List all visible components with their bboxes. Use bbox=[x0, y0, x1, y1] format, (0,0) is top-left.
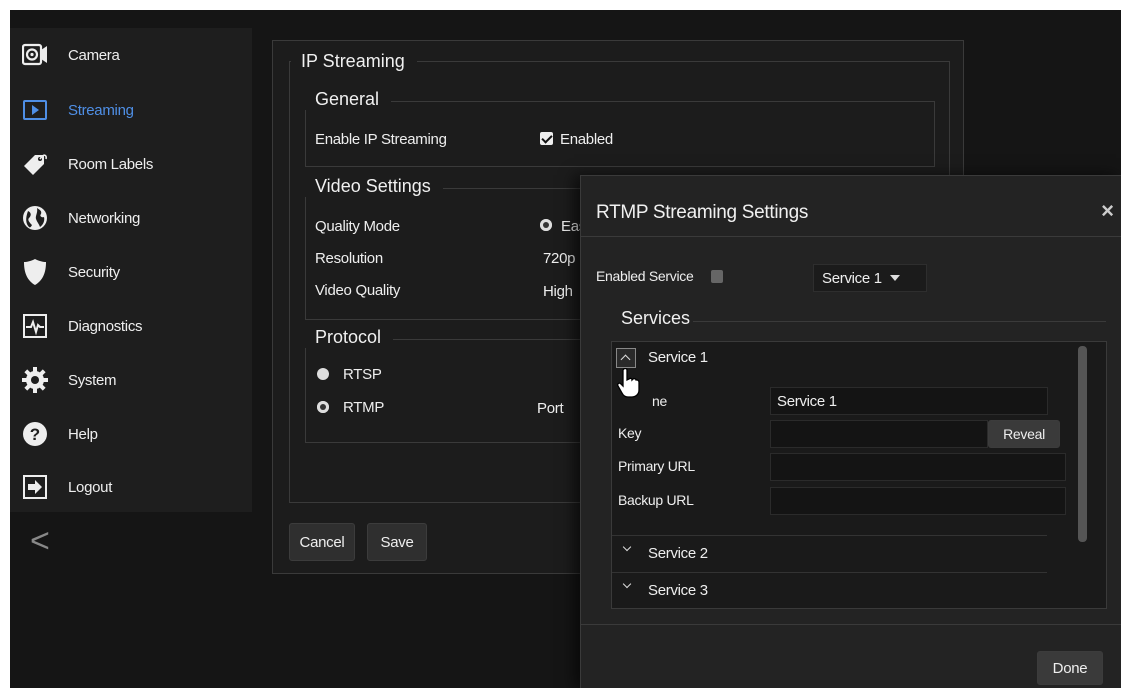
app-screen: Camera Streaming Room Labels Networking … bbox=[10, 10, 1121, 688]
play-icon bbox=[21, 96, 49, 124]
service1-name-label: ne bbox=[652, 393, 667, 409]
video-settings-legend: Video Settings bbox=[305, 176, 443, 197]
sidebar-item-label: Help bbox=[68, 425, 98, 443]
chevron-down-icon bbox=[622, 542, 632, 552]
done-button[interactable]: Done bbox=[1037, 651, 1103, 685]
help-icon: ? bbox=[21, 420, 49, 448]
primary-url-label: Primary URL bbox=[618, 458, 695, 474]
sidebar-item-camera[interactable]: Camera bbox=[10, 28, 252, 82]
service1-header[interactable]: Service 1 bbox=[648, 349, 708, 366]
sidebar-item-label: Security bbox=[68, 263, 120, 281]
pulse-icon bbox=[21, 312, 49, 340]
sidebar-collapse-icon[interactable]: < bbox=[30, 524, 54, 558]
quality-mode-radio[interactable] bbox=[540, 219, 552, 231]
quality-mode-label: Quality Mode bbox=[315, 218, 400, 235]
service2-header[interactable]: Service 2 bbox=[648, 545, 708, 562]
rtsp-label: RTSP bbox=[343, 366, 382, 383]
service1-collapse-button[interactable] bbox=[616, 348, 636, 368]
sidebar-item-help[interactable]: ? Help bbox=[10, 407, 252, 461]
general-legend: General bbox=[305, 89, 392, 110]
service1-key-input[interactable] bbox=[770, 420, 988, 448]
gear-icon bbox=[21, 366, 49, 394]
top-bar-cut bbox=[34, 10, 184, 18]
logout-icon bbox=[21, 473, 49, 501]
sidebar-item-label: Streaming bbox=[68, 101, 134, 119]
camera-icon bbox=[21, 41, 49, 69]
service-divider bbox=[612, 535, 1047, 536]
reveal-button[interactable]: Reveal bbox=[988, 420, 1060, 448]
sidebar-item-networking[interactable]: Networking bbox=[10, 191, 252, 245]
enable-ip-streaming-label: Enable IP Streaming bbox=[315, 131, 447, 148]
sidebar-item-label: Room Labels bbox=[68, 155, 154, 173]
protocol-legend: Protocol bbox=[305, 327, 394, 348]
rtsp-radio[interactable] bbox=[317, 368, 329, 380]
service3-header[interactable]: Service 3 bbox=[648, 582, 708, 599]
services-legend: Services bbox=[611, 308, 703, 329]
info-icon[interactable] bbox=[711, 270, 723, 283]
save-button[interactable]: Save bbox=[367, 523, 427, 561]
video-quality-label: Video Quality bbox=[315, 282, 401, 299]
primary-url-input[interactable] bbox=[770, 453, 1066, 481]
rtmp-label: RTMP bbox=[343, 399, 385, 416]
sidebar-item-label: Logout bbox=[68, 478, 113, 496]
services-list: Service 1 ne Service 1 Key Reveal Primar… bbox=[611, 341, 1107, 609]
services-divider bbox=[693, 321, 1106, 322]
modal-divider bbox=[581, 236, 1121, 237]
svg-text:?: ? bbox=[30, 425, 40, 444]
shield-icon bbox=[21, 258, 49, 286]
resolution-label: Resolution bbox=[315, 250, 383, 267]
page-title: IP Streaming bbox=[291, 51, 417, 72]
video-quality-value[interactable]: High bbox=[543, 283, 573, 300]
services-scrollbar[interactable] bbox=[1078, 346, 1087, 542]
sidebar-item-label: Diagnostics bbox=[68, 317, 143, 335]
hand-cursor-icon bbox=[617, 368, 640, 398]
chevron-down-icon bbox=[889, 275, 900, 281]
chevron-down-icon bbox=[622, 579, 632, 589]
rtmp-settings-modal: RTMP Streaming Settings × Enabled Servic… bbox=[580, 175, 1121, 688]
backup-url-label: Backup URL bbox=[618, 492, 694, 508]
sidebar-item-diagnostics[interactable]: Diagnostics bbox=[10, 299, 252, 353]
enable-ip-streaming-checkbox[interactable] bbox=[540, 132, 553, 145]
backup-url-input[interactable] bbox=[770, 487, 1066, 515]
service-divider bbox=[612, 572, 1047, 573]
sidebar-item-streaming[interactable]: Streaming bbox=[10, 83, 252, 137]
enable-ip-streaming-value: Enabled bbox=[560, 131, 613, 148]
sidebar-item-room-labels[interactable]: Room Labels bbox=[10, 137, 252, 191]
rtmp-radio[interactable] bbox=[317, 401, 329, 413]
service1-name-input[interactable]: Service 1 bbox=[770, 387, 1048, 415]
cancel-button[interactable]: Cancel bbox=[289, 523, 355, 561]
enabled-service-label: Enabled Service bbox=[596, 268, 694, 284]
service1-key-label: Key bbox=[618, 425, 642, 441]
sidebar-item-logout[interactable]: Logout bbox=[10, 460, 252, 514]
close-icon[interactable]: × bbox=[1101, 198, 1114, 224]
modal-title: RTMP Streaming Settings bbox=[596, 202, 809, 223]
port-label: Port bbox=[537, 400, 564, 417]
globe-icon bbox=[21, 204, 49, 232]
sidebar: Camera Streaming Room Labels Networking … bbox=[10, 28, 252, 512]
service1-name-value: Service 1 bbox=[777, 392, 837, 410]
sidebar-item-label: Networking bbox=[68, 209, 141, 227]
tag-icon bbox=[21, 150, 49, 178]
sidebar-item-system[interactable]: System bbox=[10, 353, 252, 407]
resolution-value[interactable]: 720p bbox=[543, 250, 575, 267]
sidebar-item-label: System bbox=[68, 371, 117, 389]
chevron-up-icon bbox=[620, 354, 631, 365]
enabled-service-select[interactable]: Service 1 bbox=[813, 264, 927, 292]
sidebar-item-security[interactable]: Security bbox=[10, 245, 252, 299]
sidebar-item-label: Camera bbox=[68, 46, 120, 64]
enabled-service-value: Service 1 bbox=[822, 269, 882, 287]
modal-footer-divider bbox=[581, 624, 1121, 625]
